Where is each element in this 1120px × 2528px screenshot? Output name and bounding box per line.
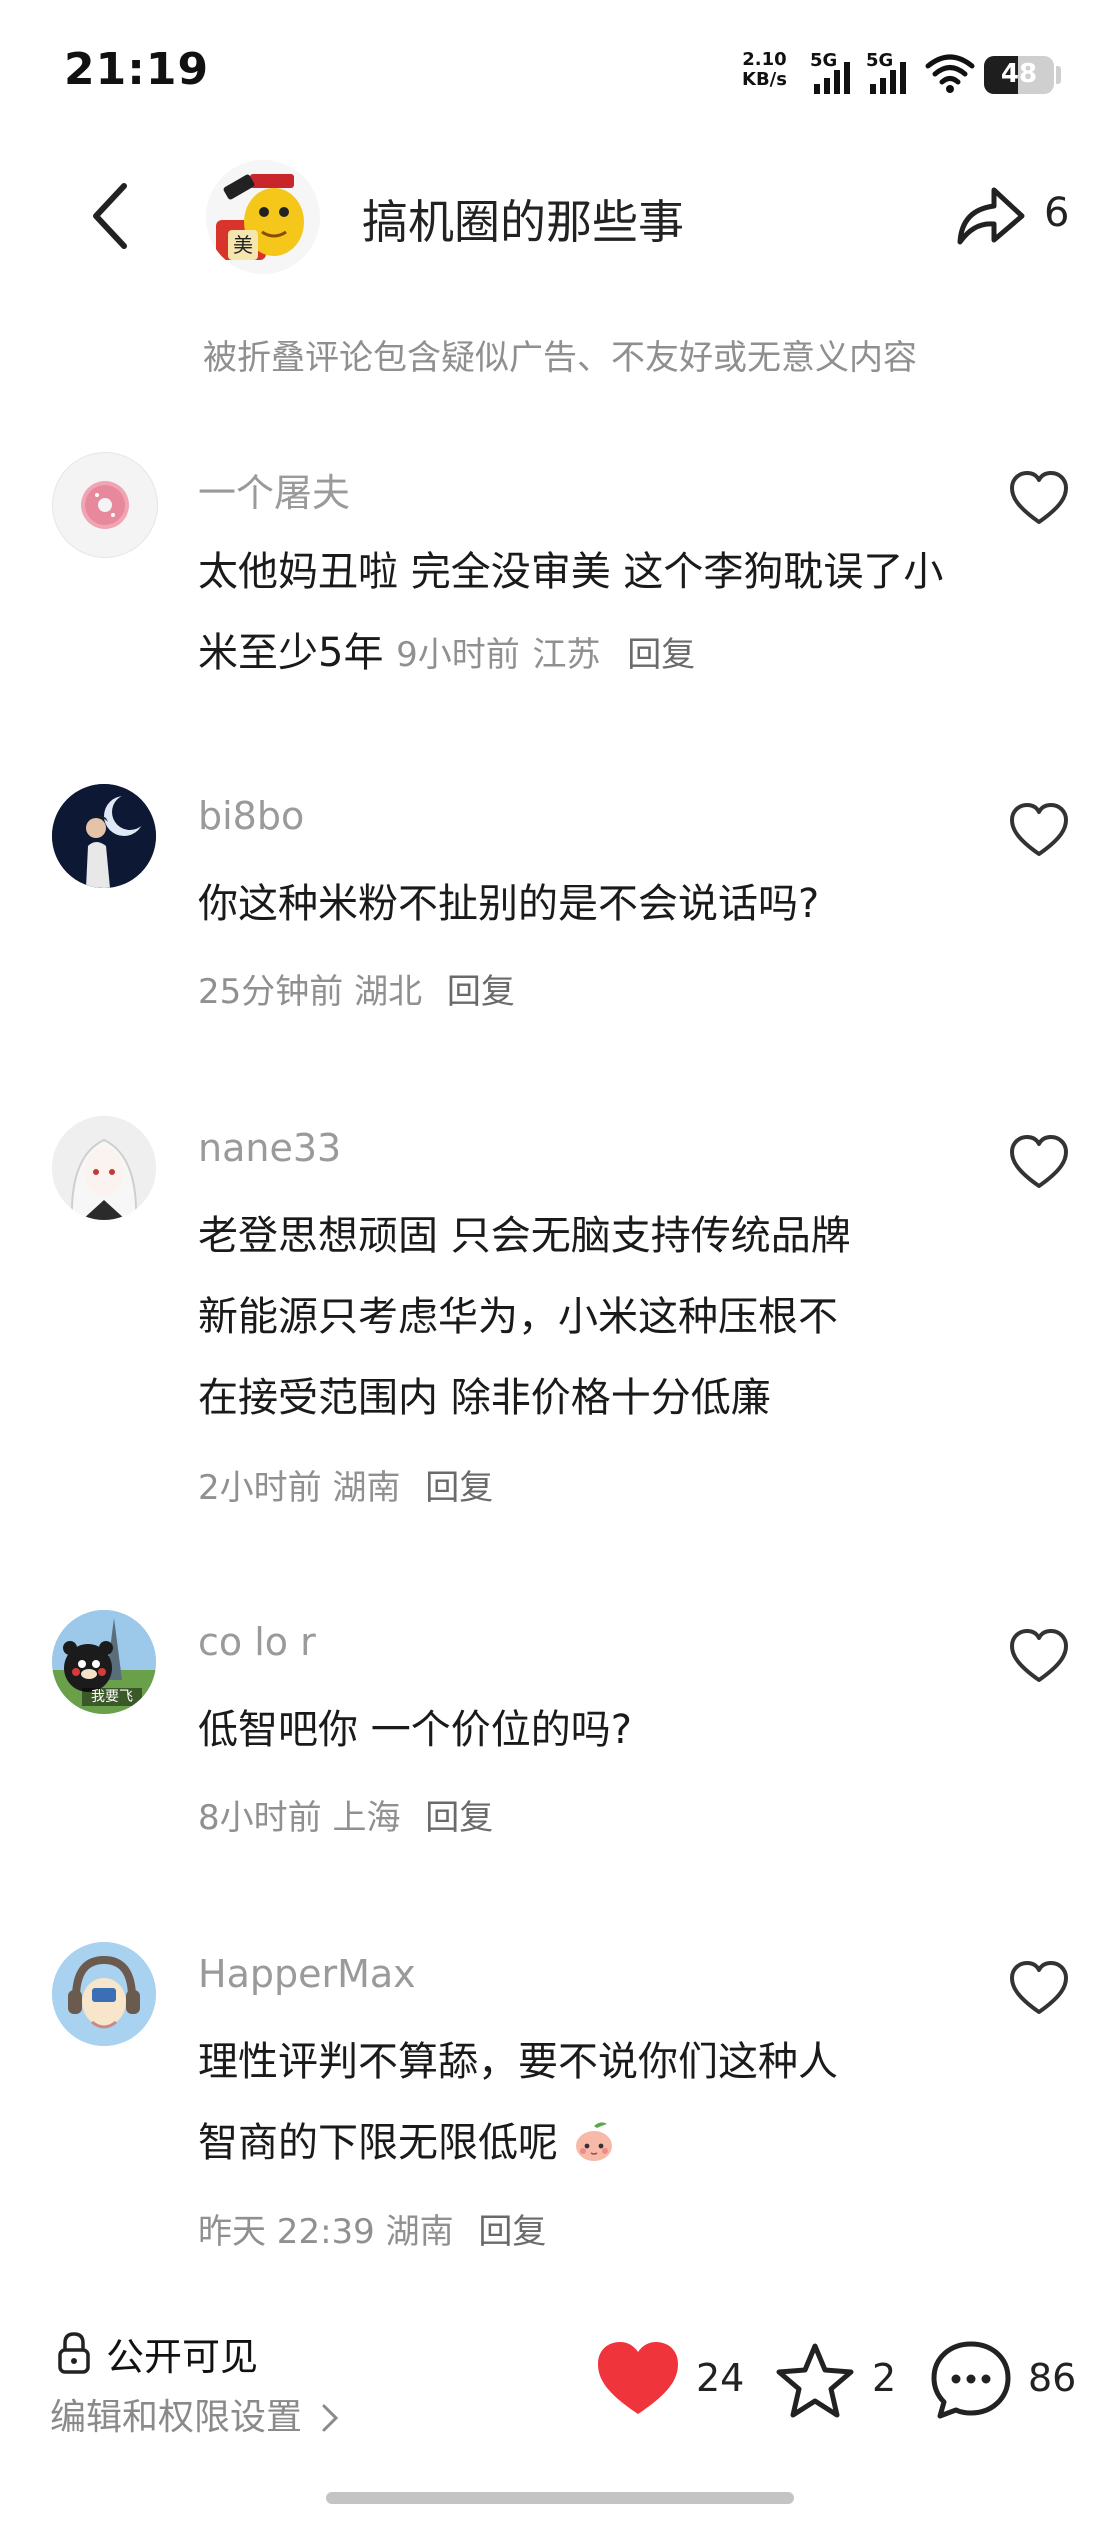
signal-sim1: 5G xyxy=(810,50,860,96)
comment-time: 昨天 22:39 xyxy=(198,2212,375,2252)
lock-icon xyxy=(58,2332,90,2374)
home-indicator[interactable] xyxy=(326,2492,794,2504)
edit-permissions-label: 编辑和权限设置 xyxy=(50,2397,303,2438)
reply-button[interactable]: 回复 xyxy=(425,1798,493,1838)
comment-username[interactable]: bi8bo xyxy=(198,794,304,838)
user-avatar[interactable] xyxy=(52,452,158,558)
comment-count: 86 xyxy=(1028,2356,1077,2400)
comment-location: 江苏 xyxy=(532,635,601,675)
battery-terminal xyxy=(1056,66,1061,84)
network-speed-value: 2.10 xyxy=(742,49,787,70)
comment-text: 老登思想顽固 只会无脑支持传统品牌 新能源只考虑华为，小米这种压根不 在接受范围… xyxy=(198,1196,958,1439)
comment-meta: 25分钟前 湖北 回复 xyxy=(198,964,515,1013)
network-speed-unit: KB/s xyxy=(742,69,787,90)
comment-username[interactable]: nane33 xyxy=(198,1126,341,1170)
sim1-label: 5G xyxy=(810,50,838,71)
back-arrow-icon[interactable] xyxy=(82,176,142,256)
peach-emoji-icon xyxy=(575,2122,612,2161)
comment-text-line-content: 智商的下限无限低呢 xyxy=(198,2120,558,2166)
comment-text-line: 新能源只考虑华为，小米这种压根不 xyxy=(198,1294,838,1340)
battery-indicator: 48 xyxy=(984,56,1054,94)
user-avatar[interactable] xyxy=(52,1116,156,1220)
wifi-icon xyxy=(925,54,975,93)
share-icon[interactable] xyxy=(950,176,1030,256)
favorite-star-icon[interactable] xyxy=(772,2340,858,2422)
night-portrait-avatar-icon xyxy=(52,784,156,888)
comment-text-line: 在接受范围内 除非价格十分低廉 xyxy=(198,1375,771,1421)
comment-username[interactable]: co lo r xyxy=(198,1620,316,1664)
battery-level-text: 48 xyxy=(1000,59,1038,89)
cartoon-headphones-avatar-icon xyxy=(52,1942,156,2046)
user-avatar[interactable]: 我要飞 xyxy=(52,1610,156,1714)
edit-permissions-link[interactable]: 编辑和权限设置 xyxy=(50,2388,341,2440)
network-speed: 2.10 KB/s xyxy=(742,50,787,90)
comment-text: 理性评判不算舔，要不说你们这种人 智商的下限无限低呢 xyxy=(198,2022,958,2184)
sim2-label: 5G xyxy=(866,50,894,71)
comment-location: 湖北 xyxy=(354,972,423,1012)
reply-button[interactable]: 回复 xyxy=(425,1468,493,1508)
comment-time: 9小时前 xyxy=(396,635,520,675)
comment-bubble-icon[interactable] xyxy=(928,2338,1014,2422)
comment-location: 上海 xyxy=(332,1798,401,1838)
comment-meta: 2小时前 湖南 回复 xyxy=(198,1460,493,1509)
mascot-avatar-icon xyxy=(206,160,320,274)
comment-username[interactable]: 一个屠夫 xyxy=(198,462,350,517)
avatar-badge: 美 xyxy=(228,230,258,260)
heart-outline-icon[interactable] xyxy=(1006,1956,1072,2022)
comment-location: 湖南 xyxy=(385,2212,454,2252)
comment-meta: 昨天 22:39 湖南 回复 xyxy=(198,2204,546,2253)
anime-girl-avatar-icon xyxy=(52,1116,156,1220)
comment-text-line: 理性评判不算舔，要不说你们这种人 xyxy=(198,2039,838,2085)
user-avatar[interactable] xyxy=(52,784,156,888)
signal-sim2: 5G xyxy=(866,50,916,96)
share-count: 6 xyxy=(1044,190,1070,236)
comment-text-line: 智商的下限无限低呢 xyxy=(198,2103,958,2184)
page-title: 搞机圈的那些事 xyxy=(362,195,684,249)
heart-outline-icon[interactable] xyxy=(1006,1130,1072,1196)
like-count: 24 xyxy=(696,2356,745,2400)
avatar-caption: 我要飞 xyxy=(82,1688,142,1706)
comment-username[interactable]: HapperMax xyxy=(198,1952,416,1996)
reply-button[interactable]: 回复 xyxy=(478,2212,546,2252)
heart-outline-icon[interactable] xyxy=(1006,1624,1072,1690)
comment-text: 低智吧你 一个价位的吗? xyxy=(198,1707,632,1753)
comment-location: 湖南 xyxy=(332,1468,401,1508)
visibility-status[interactable]: 公开可见 xyxy=(106,2326,258,2381)
reply-button[interactable]: 回复 xyxy=(627,635,695,675)
comment-time: 8小时前 xyxy=(198,1798,322,1838)
comment-time: 25分钟前 xyxy=(198,972,344,1012)
user-avatar[interactable] xyxy=(52,1942,156,2046)
comment-text-line: 老登思想顽固 只会无脑支持传统品牌 xyxy=(198,1213,851,1259)
comment-time: 2小时前 xyxy=(198,1468,322,1508)
heart-outline-icon[interactable] xyxy=(1006,466,1072,532)
comment-meta: 8小时前 上海 回复 xyxy=(198,1790,493,1839)
status-time: 21:19 xyxy=(64,44,210,95)
chevron-right-icon xyxy=(322,2404,339,2432)
reply-button[interactable]: 回复 xyxy=(447,972,515,1012)
folded-comments-notice: 被折叠评论包含疑似广告、不友好或无意义内容 xyxy=(203,338,917,378)
donut-avatar-icon xyxy=(81,481,129,529)
comment-body: 太他妈丑啦 完全没审美 这个李狗耽误了小米至少5年 9小时前 江苏 回复 xyxy=(198,532,958,696)
favorite-count: 2 xyxy=(872,2356,897,2400)
like-heart-filled-icon[interactable] xyxy=(594,2338,682,2418)
comment-text: 你这种米粉不扯别的是不会说话吗? xyxy=(198,881,820,927)
author-avatar[interactable]: 美 xyxy=(206,160,320,274)
heart-outline-icon[interactable] xyxy=(1006,798,1072,864)
